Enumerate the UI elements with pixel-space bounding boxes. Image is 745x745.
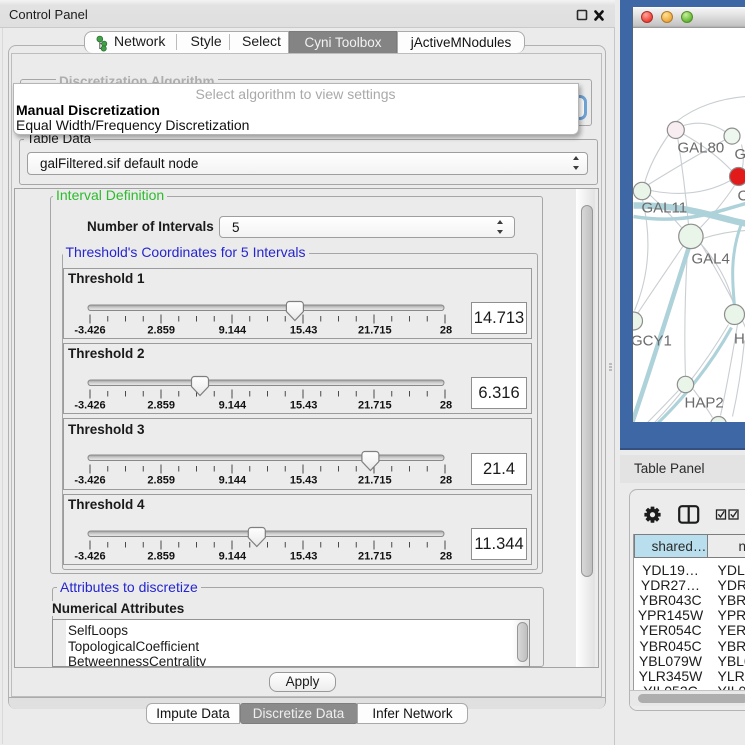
svg-text:9.144: 9.144: [219, 399, 247, 411]
svg-text:15.43: 15.43: [290, 399, 318, 411]
svg-text:28: 28: [440, 399, 452, 411]
svg-text:21.715: 21.715: [358, 550, 392, 562]
svg-text:15.43: 15.43: [290, 324, 318, 336]
svg-text:GAL80: GAL80: [677, 139, 724, 156]
svg-text:GA: GA: [734, 146, 745, 163]
svg-text:HI: HI: [734, 330, 745, 347]
svg-text:9.144: 9.144: [219, 324, 247, 336]
svg-text:28: 28: [440, 324, 452, 336]
svg-text:-3.426: -3.426: [74, 324, 105, 336]
svg-text:28: 28: [440, 475, 452, 487]
svg-text:-3.426: -3.426: [74, 550, 105, 562]
svg-text:-3.426: -3.426: [74, 475, 105, 487]
svg-text:GAL11: GAL11: [641, 199, 687, 216]
svg-text:2.859: 2.859: [147, 399, 175, 411]
svg-text:21.715: 21.715: [358, 475, 392, 487]
svg-text:2.859: 2.859: [147, 324, 175, 336]
svg-text:-3.426: -3.426: [74, 399, 105, 411]
svg-text:GAL4: GAL4: [691, 250, 729, 267]
svg-text:2.859: 2.859: [147, 550, 175, 562]
svg-text:GCY1: GCY1: [633, 332, 672, 349]
svg-text:2.859: 2.859: [147, 475, 175, 487]
svg-text:9.144: 9.144: [219, 550, 247, 562]
svg-text:HAP2: HAP2: [684, 394, 723, 411]
svg-text:21.715: 21.715: [358, 324, 392, 336]
svg-text:28: 28: [440, 550, 452, 562]
svg-text:15.43: 15.43: [290, 475, 318, 487]
svg-text:21.715: 21.715: [358, 399, 392, 411]
svg-text:9.144: 9.144: [219, 475, 247, 487]
svg-text:C: C: [737, 187, 745, 204]
svg-text:15.43: 15.43: [290, 550, 318, 562]
